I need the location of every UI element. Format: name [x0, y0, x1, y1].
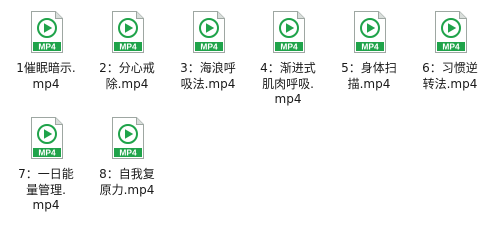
file-type-badge: MP4	[38, 42, 56, 52]
mp4-file-icon: MP4	[30, 116, 64, 160]
file-item-8[interactable]: MP4 8：自我复 原力.mp4	[88, 112, 166, 222]
file-name: 4：渐进式 肌肉呼吸. mp4	[260, 61, 316, 106]
file-name: 5：身体扫 描.mp4	[341, 61, 397, 91]
file-name: 1催眠暗示. mp4	[16, 61, 76, 91]
file-name: 7：一日能 量管理. mp4	[18, 167, 74, 212]
file-item-5[interactable]: MP4 5：身体扫 描.mp4	[330, 6, 408, 116]
file-name: 2：分心戒 除.mp4	[99, 61, 155, 91]
mp4-file-icon: MP4	[353, 10, 387, 54]
file-type-badge: MP4	[119, 42, 137, 52]
file-item-1[interactable]: MP4 1催眠暗示. mp4	[7, 6, 85, 116]
file-type-badge: MP4	[200, 42, 218, 52]
file-type-badge: MP4	[119, 148, 137, 158]
file-type-badge: MP4	[361, 42, 379, 52]
mp4-file-icon: MP4	[111, 10, 145, 54]
file-type-badge: MP4	[38, 148, 56, 158]
file-item-3[interactable]: MP4 3：海浪呼 吸法.mp4	[169, 6, 247, 116]
mp4-file-icon: MP4	[272, 10, 306, 54]
file-item-6[interactable]: MP4 6：习惯逆 转法.mp4	[411, 6, 489, 116]
file-name: 6：习惯逆 转法.mp4	[422, 61, 478, 91]
mp4-file-icon: MP4	[192, 10, 226, 54]
file-grid: MP4 1催眠暗示. mp4 MP4 2：分心戒 除.mp4 MP4 3：海浪呼…	[0, 0, 497, 229]
mp4-file-icon: MP4	[30, 10, 64, 54]
file-name: 3：海浪呼 吸法.mp4	[180, 61, 236, 91]
file-name: 8：自我复 原力.mp4	[99, 167, 155, 197]
mp4-file-icon: MP4	[111, 116, 145, 160]
mp4-file-icon: MP4	[434, 10, 468, 54]
file-item-7[interactable]: MP4 7：一日能 量管理. mp4	[7, 112, 85, 222]
file-type-badge: MP4	[442, 42, 460, 52]
file-item-2[interactable]: MP4 2：分心戒 除.mp4	[88, 6, 166, 116]
file-item-4[interactable]: MP4 4：渐进式 肌肉呼吸. mp4	[249, 6, 327, 116]
file-type-badge: MP4	[280, 42, 298, 52]
